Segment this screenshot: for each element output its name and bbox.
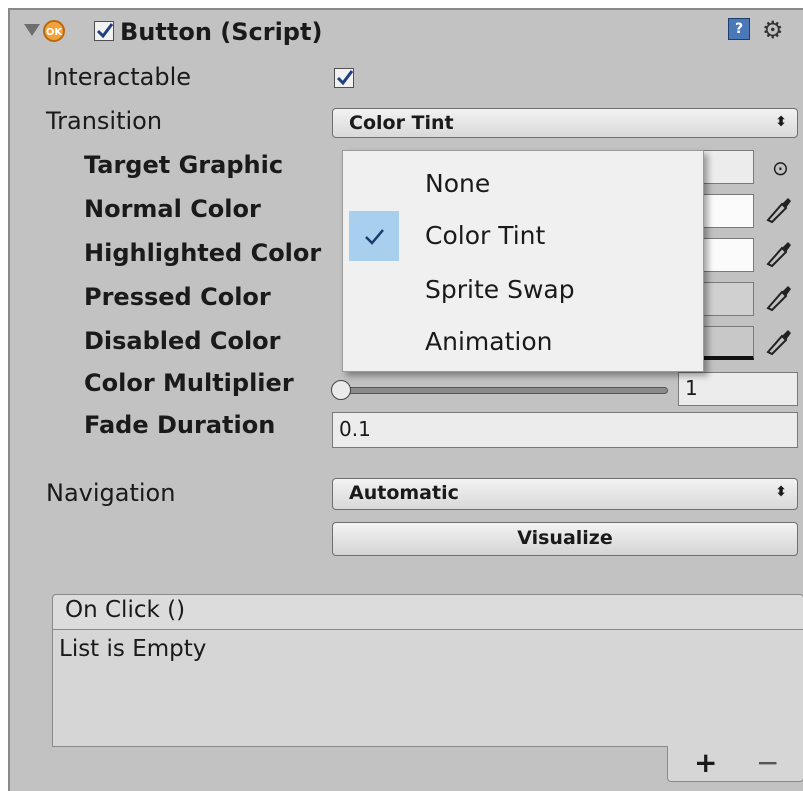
add-listener-button[interactable]: + <box>694 746 717 779</box>
disabled-color-label: Disabled Color <box>84 327 281 355</box>
navigation-value: Automatic <box>349 482 459 504</box>
fade-duration-field[interactable]: 0.1 <box>332 412 798 448</box>
color-multiplier-field[interactable]: 1 <box>678 372 798 406</box>
fade-duration-label: Fade Duration <box>84 411 276 439</box>
menu-item-label: Color Tint <box>425 221 546 250</box>
menu-item-color-tint[interactable]: Color Tint <box>343 211 703 261</box>
color-multiplier-value: 1 <box>685 376 698 400</box>
eyedropper-icon[interactable] <box>764 194 792 224</box>
dropdown-arrow-icon: ⬍ <box>775 484 787 500</box>
color-multiplier-slider-track[interactable] <box>338 387 668 394</box>
target-graphic-field[interactable] <box>696 150 754 184</box>
on-click-list: List is Empty <box>52 629 803 747</box>
menu-item-animation[interactable]: Animation <box>343 317 703 367</box>
transition-value: Color Tint <box>349 112 454 134</box>
menu-item-label: None <box>425 169 491 198</box>
on-click-header: On Click () <box>52 594 803 630</box>
component-enabled-checkbox[interactable] <box>94 21 114 41</box>
interactable-checkbox[interactable] <box>334 68 354 88</box>
pressed-color-swatch[interactable] <box>696 282 754 316</box>
foldout-triangle-icon[interactable] <box>24 24 40 36</box>
list-empty-text: List is Empty <box>59 636 207 662</box>
normal-color-label: Normal Color <box>84 195 261 223</box>
gear-icon[interactable]: ⚙ <box>762 16 784 44</box>
eyedropper-icon[interactable] <box>764 326 792 356</box>
menu-item-label: Sprite Swap <box>425 275 575 304</box>
pressed-color-label: Pressed Color <box>84 283 271 311</box>
target-circle-icon[interactable]: ⊙ <box>772 156 789 180</box>
inspector-panel: OK Button (Script) ? ⚙ Interactable Tran… <box>8 8 803 791</box>
disabled-color-swatch[interactable] <box>696 326 754 360</box>
selected-check-highlight <box>349 211 399 261</box>
fade-duration-value: 0.1 <box>339 417 371 441</box>
on-click-title: On Click () <box>65 597 186 623</box>
menu-item-sprite-swap[interactable]: Sprite Swap <box>343 265 703 315</box>
navigation-label: Navigation <box>46 479 176 507</box>
highlighted-color-label: Highlighted Color <box>84 239 322 267</box>
color-multiplier-slider-knob[interactable] <box>331 380 351 400</box>
transition-dropdown[interactable]: Color Tint ⬍ <box>332 108 798 138</box>
normal-color-swatch[interactable] <box>696 194 754 228</box>
remove-listener-button[interactable]: − <box>756 746 779 779</box>
target-graphic-label: Target Graphic <box>84 151 284 179</box>
transition-popup-menu: None Color Tint Sprite Swap Animation <box>342 150 704 372</box>
transition-label: Transition <box>46 107 163 135</box>
help-book-icon[interactable]: ? <box>728 18 750 40</box>
highlighted-color-swatch[interactable] <box>696 238 754 272</box>
menu-item-none[interactable]: None <box>343 159 703 209</box>
visualize-button[interactable]: Visualize <box>332 522 798 556</box>
eyedropper-icon[interactable] <box>764 282 792 312</box>
on-click-footer: + − <box>667 746 803 782</box>
eyedropper-icon[interactable] <box>764 238 792 268</box>
navigation-dropdown[interactable]: Automatic ⬍ <box>332 478 798 510</box>
component-title: Button (Script) <box>120 18 323 46</box>
interactable-label: Interactable <box>46 63 192 91</box>
menu-item-label: Animation <box>425 327 553 356</box>
color-multiplier-label: Color Multiplier <box>84 369 294 397</box>
checkmark-icon <box>365 229 384 245</box>
script-ok-icon: OK <box>43 20 65 42</box>
dropdown-arrow-icon: ⬍ <box>775 114 787 130</box>
